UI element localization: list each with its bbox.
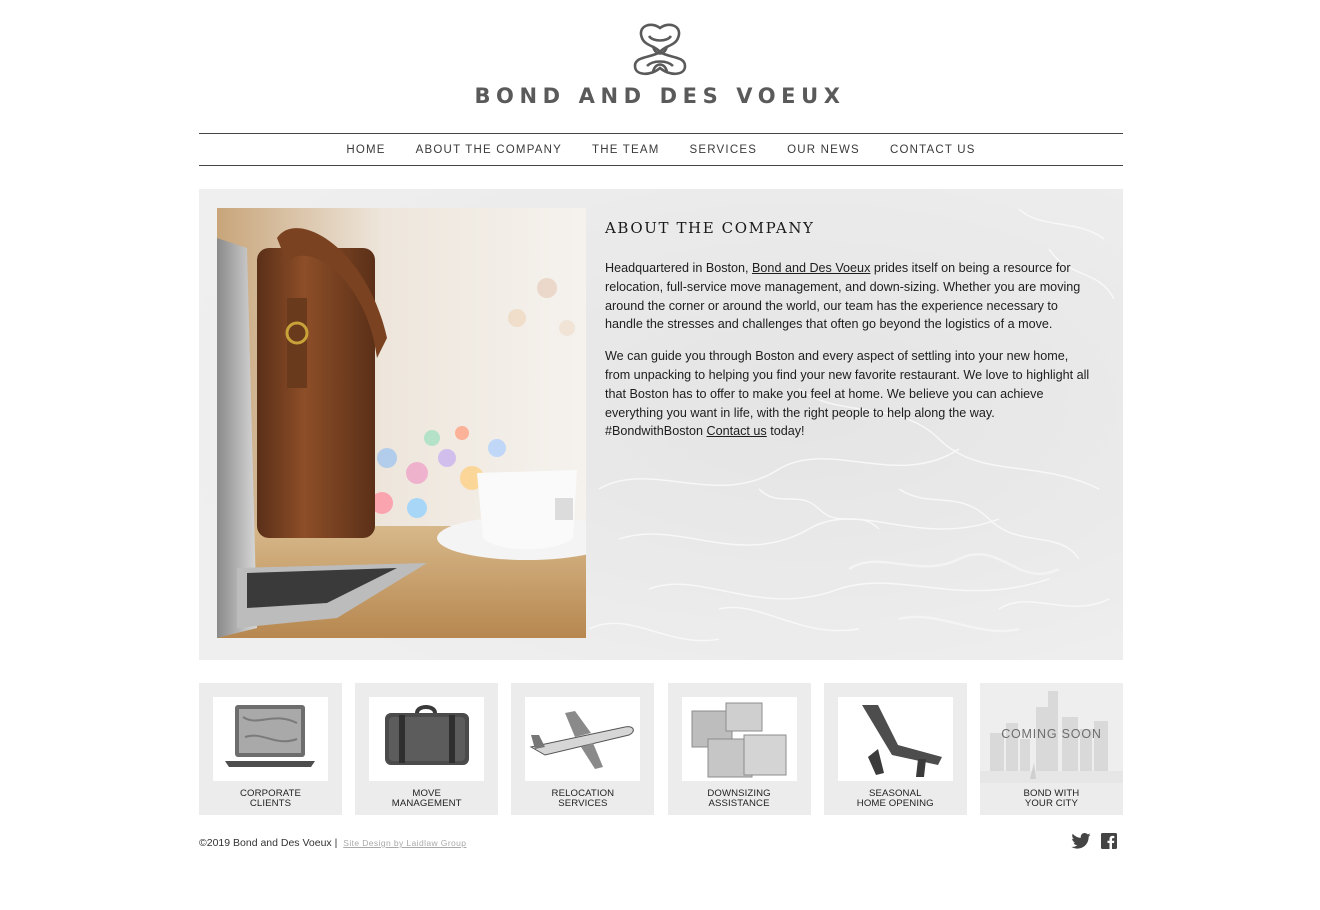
service-label: SEASONAL HOME OPENING [856, 788, 934, 809]
service-card-city[interactable]: COMING SOON BOND WITH YOUR CITY [979, 683, 1123, 815]
service-card-move[interactable]: MOVE MANAGEMENT [355, 683, 499, 815]
main-nav: HOME ABOUT THE COMPANY THE TEAM SERVICES… [199, 133, 1123, 166]
lounge-chair-icon [837, 697, 953, 781]
laptop-icon [213, 697, 328, 781]
nav-services[interactable]: SERVICES [690, 144, 758, 156]
about-content: ABOUT THE COMPANY Headquartered in Bosto… [605, 219, 1095, 454]
copyright: ©2019 Bond and Des Voeux | Site Design b… [199, 837, 466, 849]
brand-name[interactable]: BOND AND DES VOEUX [0, 84, 1320, 108]
hero-photo [217, 208, 586, 638]
about-section: ABOUT THE COMPANY Headquartered in Bosto… [199, 189, 1123, 660]
knot-emblem-icon[interactable] [629, 22, 691, 78]
service-card-corporate[interactable]: CORPORATE CLIENTS [199, 683, 342, 815]
twitter-icon[interactable] [1071, 833, 1091, 854]
company-link[interactable]: Bond and Des Voeux [752, 261, 870, 275]
service-label: CORPORATE CLIENTS [240, 788, 301, 809]
services-row: CORPORATE CLIENTS MOVE MANAGEMENT RELOCATI… [199, 683, 1123, 815]
service-card-relocation[interactable]: RELOCATION SERVICES [511, 683, 655, 815]
nav-news[interactable]: OUR NEWS [787, 144, 860, 156]
site-header: BOND AND DES VOEUX [0, 22, 1320, 108]
coming-soon-overlay: COMING SOON [1001, 727, 1102, 741]
service-label: BOND WITH YOUR CITY [1023, 788, 1080, 809]
site-credit-link[interactable]: Site Design by Laidlaw Group [343, 838, 466, 848]
contact-us-link[interactable]: Contact us [707, 424, 767, 438]
about-text: Headquartered in Boston, [605, 261, 753, 275]
facebook-icon[interactable] [1101, 833, 1117, 854]
about-title: ABOUT THE COMPANY [605, 219, 815, 237]
service-label: MOVE MANAGEMENT [391, 788, 462, 809]
about-text: We can guide you through Boston and ever… [605, 349, 1090, 439]
copyright-text: ©2019 Bond and Des Voeux | [199, 837, 338, 849]
service-card-downsizing[interactable]: DOWNSIZING ASSISTANCE [667, 683, 811, 815]
nav-contact[interactable]: CONTACT US [890, 144, 976, 156]
nav-about[interactable]: ABOUT THE COMPANY [416, 144, 562, 156]
service-card-seasonal[interactable]: SEASONAL HOME OPENING [823, 683, 967, 815]
service-label: RELOCATION SERVICES [551, 788, 615, 809]
social-links [1061, 833, 1117, 854]
about-text: today! [766, 424, 805, 439]
nav-team[interactable]: THE TEAM [592, 144, 660, 156]
site-footer: ©2019 Bond and Des Voeux | Site Design b… [199, 833, 1123, 857]
about-paragraph-1: Headquartered in Boston, Bond and Des Vo… [605, 259, 1095, 334]
boxes-icon [681, 697, 797, 781]
suitcase-icon [369, 697, 485, 781]
about-paragraph-2: We can guide you through Boston and ever… [605, 347, 1095, 441]
nav-home[interactable]: HOME [346, 144, 385, 156]
airplane-icon [525, 697, 641, 781]
service-label: DOWNSIZING ASSISTANCE [707, 788, 771, 809]
